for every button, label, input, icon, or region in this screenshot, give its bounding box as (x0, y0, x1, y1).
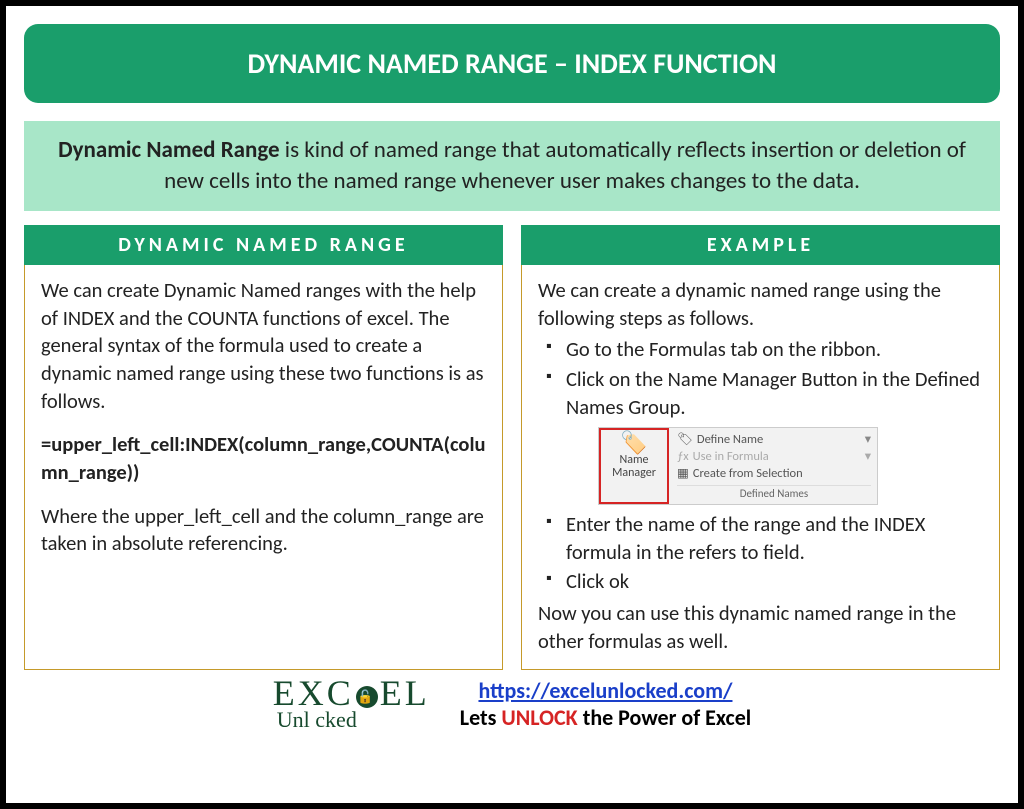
list-item: Click on the Name Manager Button in the … (544, 366, 983, 421)
columns: DYNAMIC NAMED RANGE We can create Dynami… (24, 225, 1000, 670)
lock-icon: 🔓 (356, 686, 378, 708)
ribbon-group-label: Defined Names (677, 485, 871, 502)
intro-text: is kind of named range that automaticall… (164, 136, 966, 195)
define-name-row: 🏷Define Name ▾ (677, 432, 871, 449)
page-title: DYNAMIC NAMED RANGE – INDEX FUNCTION (24, 24, 1000, 103)
list-item: Go to the Formulas tab on the ribbon. (544, 336, 983, 364)
list-item: Enter the name of the range and the INDE… (544, 511, 983, 566)
logo-top: EXC🔓EL (273, 676, 430, 710)
right-column: EXAMPLE We can create a dynamic named ra… (521, 225, 1000, 670)
name-manager-label: Name Manager (603, 454, 665, 479)
right-p1: We can create a dynamic named range usin… (538, 277, 983, 332)
steps-list-b: Enter the name of the range and the INDE… (538, 511, 983, 596)
right-body: We can create a dynamic named range usin… (521, 265, 1000, 670)
formula-text: =upper_left_cell:INDEX(column_range,COUN… (41, 431, 486, 486)
create-selection-row: ▦Create from Selection (677, 466, 871, 483)
use-formula-row: ƒxUse in Formula ▾ (677, 449, 871, 466)
footer-tagline: Lets UNLOCK the Power of Excel (460, 704, 751, 731)
name-manager-button: 🏷️ Name Manager (599, 428, 669, 503)
left-header: DYNAMIC NAMED RANGE (24, 225, 503, 265)
list-item: Click ok (544, 568, 983, 596)
left-p1: We can create Dynamic Named ranges with … (41, 277, 486, 415)
left-body: We can create Dynamic Named ranges with … (24, 265, 503, 670)
left-column: DYNAMIC NAMED RANGE We can create Dynami… (24, 225, 503, 670)
right-header: EXAMPLE (521, 225, 1000, 265)
footer-text: https://excelunlocked.com/ Lets UNLOCK t… (460, 677, 751, 731)
logo-bottom: Unl cked (277, 710, 357, 731)
footer: EXC🔓EL Unl cked https://excelunlocked.co… (24, 676, 1000, 731)
intro-box: Dynamic Named Range is kind of named ran… (24, 121, 1000, 211)
logo: EXC🔓EL Unl cked (273, 676, 430, 731)
fx-icon: ƒx (677, 449, 689, 466)
ribbon-right-group: 🏷Define Name ▾ ƒxUse in Formula ▾ ▦Creat… (669, 428, 877, 503)
tag-icon: 🏷️ (603, 432, 665, 454)
ribbon-screenshot: 🏷️ Name Manager 🏷Define Name ▾ ƒxUse in … (598, 427, 878, 504)
intro-bold: Dynamic Named Range (58, 136, 280, 164)
left-p2: Where the upper_left_cell and the column… (41, 503, 486, 558)
tag-icon: 🏷 (677, 432, 693, 449)
footer-link[interactable]: https://excelunlocked.com/ (478, 677, 732, 704)
grid-icon: ▦ (677, 466, 689, 483)
right-p2: Now you can use this dynamic named range… (538, 600, 983, 655)
steps-list-a: Go to the Formulas tab on the ribbon. Cl… (538, 336, 983, 421)
